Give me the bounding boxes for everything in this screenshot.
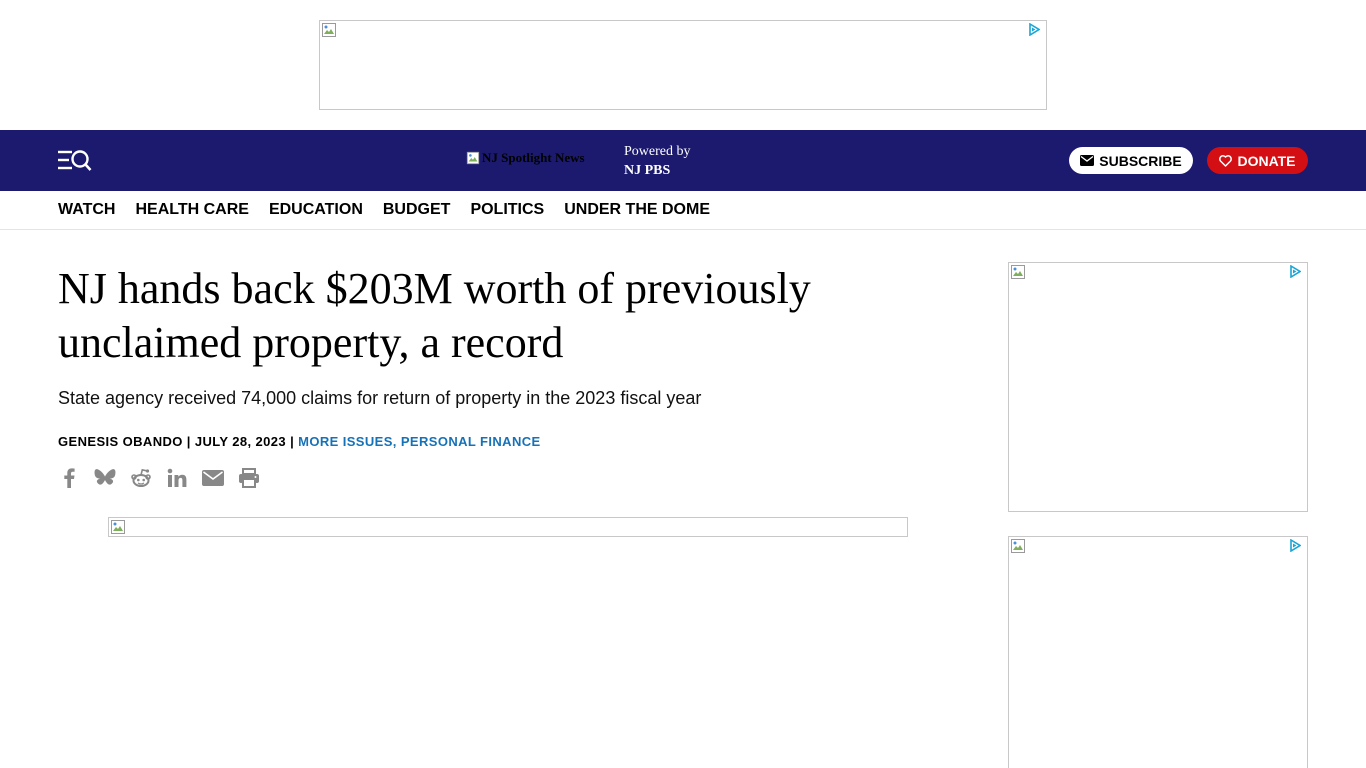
print-icon[interactable] (238, 467, 260, 489)
share-bar (58, 467, 274, 489)
nav-item-under-the-dome[interactable]: UNDER THE DOME (564, 201, 710, 219)
powered-by-brand: NJ PBS (624, 163, 671, 178)
bluesky-icon[interactable] (94, 467, 116, 489)
subscribe-label: SUBSCRIBE (1099, 152, 1182, 169)
nav-item-budget[interactable]: BUDGET (383, 201, 451, 219)
broken-image-icon (322, 23, 336, 37)
nav-item-politics[interactable]: POLITICS (470, 201, 544, 219)
sidebar-ad[interactable] (1008, 536, 1308, 768)
broken-image-icon (1011, 539, 1025, 553)
broken-image-icon (111, 520, 125, 534)
broken-image-icon (1011, 265, 1025, 279)
email-icon[interactable] (202, 467, 224, 489)
facebook-icon[interactable] (58, 467, 80, 489)
logo-alt-text: NJ Spotlight News (482, 150, 585, 165)
powered-by-label: Powered by (624, 144, 691, 159)
adchoices-icon[interactable] (1289, 539, 1301, 552)
broken-image-icon (466, 151, 480, 165)
nav-item-watch[interactable]: WATCH (58, 201, 115, 219)
adchoices-icon[interactable] (1289, 265, 1301, 278)
article-dek: State agency received 74,000 claims for … (58, 388, 702, 408)
site-logo[interactable]: NJ Spotlight News (466, 148, 585, 168)
nav-divider (0, 229, 1366, 230)
section-nav: WATCH HEALTH CARE EDUCATION BUDGET POLIT… (58, 191, 730, 229)
powered-by[interactable]: Powered by NJ PBS (624, 143, 691, 180)
nav-item-education[interactable]: EDUCATION (269, 201, 363, 219)
subscribe-button[interactable]: SUBSCRIBE (1069, 147, 1193, 174)
sidebar-ad[interactable] (1008, 262, 1308, 512)
article-byline: GENESIS OBANDO | JULY 28, 2023 | MORE ISSUES… (58, 434, 541, 450)
article-headline: NJ hands back $203M worth of previously … (58, 264, 811, 367)
donate-button[interactable]: DONATE (1207, 147, 1308, 174)
heart-icon (1219, 154, 1233, 167)
reddit-icon[interactable] (130, 467, 152, 489)
adchoices-icon[interactable] (1028, 23, 1040, 36)
donate-label: DONATE (1237, 152, 1296, 169)
publish-date: JULY 28, 2023 (194, 434, 287, 449)
author-name[interactable]: GENESIS OBANDO (58, 434, 183, 449)
top-banner-ad[interactable] (319, 20, 1047, 110)
byline-separator: | (186, 434, 191, 449)
article-hero-image (108, 517, 908, 537)
nav-item-health-care[interactable]: HEALTH CARE (135, 201, 248, 219)
byline-separator: | (290, 434, 295, 449)
article-categories[interactable]: MORE ISSUES, PERSONAL FINANCE (298, 434, 541, 449)
menu-search-icon[interactable] (58, 148, 92, 174)
linkedin-icon[interactable] (166, 467, 188, 489)
envelope-icon (1080, 155, 1095, 166)
